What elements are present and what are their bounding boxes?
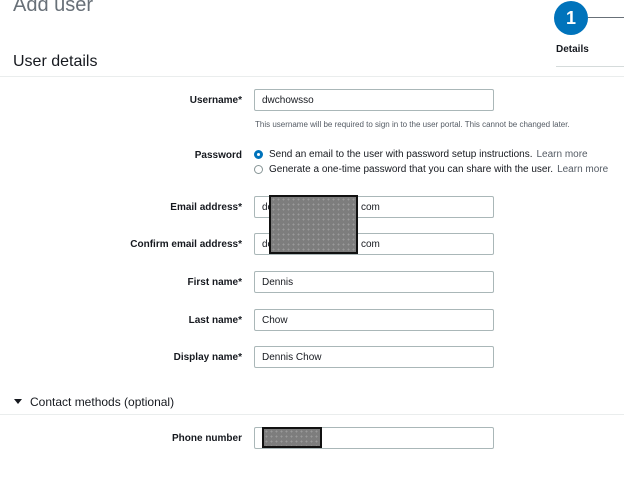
- page-title: Add user: [13, 0, 94, 16]
- step-indicator: 1: [554, 1, 588, 35]
- learn-more-link[interactable]: Learn more: [557, 164, 608, 175]
- password-option-generate-text: Generate a one-time password that you ca…: [269, 164, 554, 175]
- section-title-contact-methods[interactable]: Contact methods (optional): [30, 395, 174, 409]
- section-divider: [0, 414, 624, 415]
- confirm-email-label: Confirm email address*: [130, 239, 242, 250]
- username-label: Username*: [189, 95, 242, 106]
- display-name-input[interactable]: Dennis Chow: [254, 346, 494, 368]
- username-input[interactable]: dwchowsso: [254, 89, 494, 111]
- last-name-input[interactable]: Chow: [254, 309, 494, 331]
- email-label: Email address*: [170, 202, 242, 213]
- display-name-label: Display name*: [173, 352, 242, 363]
- step-label: Details: [556, 44, 589, 55]
- password-option-generate[interactable]: Generate a one-time password that you ca…: [254, 164, 608, 175]
- password-label: Password: [194, 150, 242, 161]
- password-option-email[interactable]: Send an email to the user with password …: [254, 149, 588, 160]
- last-name-label: Last name*: [188, 315, 242, 326]
- section-title-user-details: User details: [13, 53, 98, 70]
- redaction-block: [269, 195, 358, 254]
- username-hint: This username will be required to sign i…: [255, 120, 570, 129]
- learn-more-link[interactable]: Learn more: [536, 149, 587, 160]
- caret-down-icon[interactable]: [14, 399, 22, 404]
- email-value-suffix: com: [361, 202, 380, 213]
- radio-selected-icon[interactable]: [254, 150, 263, 159]
- first-name-input[interactable]: Dennis: [254, 271, 494, 293]
- section-divider: [0, 76, 624, 77]
- display-name-value: Dennis Chow: [262, 351, 322, 363]
- step-number: 1: [565, 7, 576, 28]
- last-name-value: Chow: [262, 314, 288, 326]
- redaction-block: [262, 427, 322, 448]
- step-divider: [556, 66, 624, 67]
- first-name-label: First name*: [187, 277, 242, 288]
- username-value: dwchowsso: [262, 94, 314, 106]
- password-option-email-text: Send an email to the user with password …: [269, 149, 533, 160]
- first-name-value: Dennis: [262, 276, 294, 288]
- confirm-email-value-suffix: com: [361, 239, 380, 250]
- phone-label: Phone number: [171, 433, 242, 444]
- radio-unselected-icon[interactable]: [254, 165, 263, 174]
- step-connector: [588, 17, 624, 18]
